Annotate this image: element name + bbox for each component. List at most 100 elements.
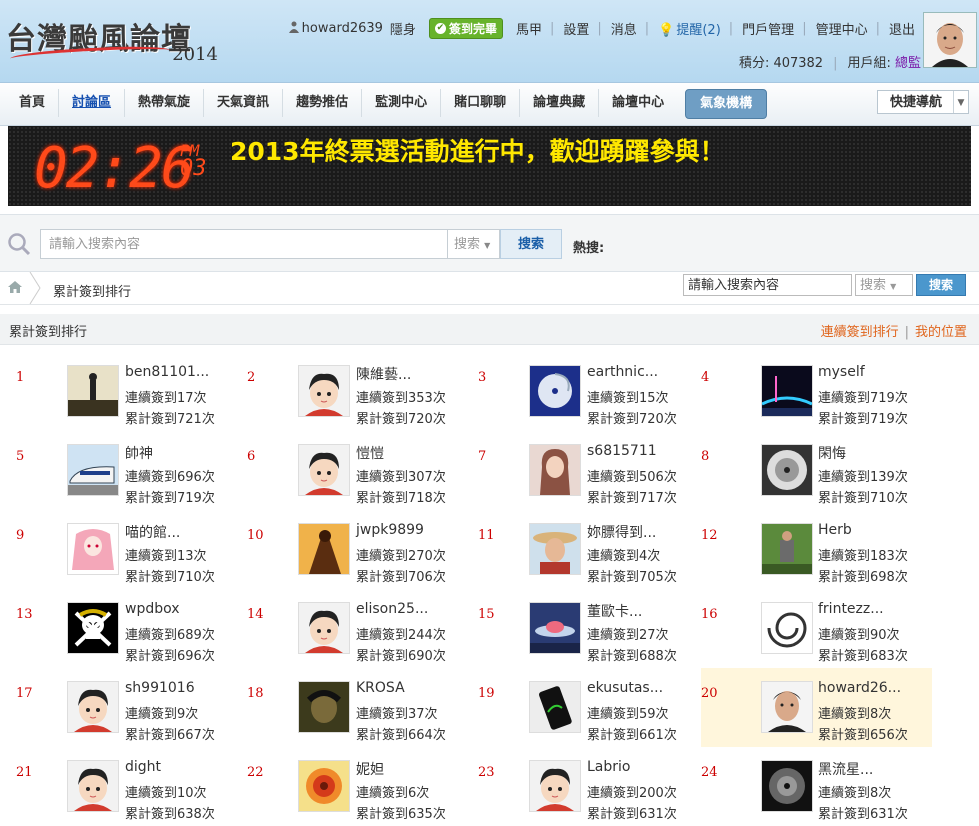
breadcrumb: 累計簽到排行 請輸入搜索內容 搜索 ▼ 搜索	[0, 272, 979, 305]
user-avatar-thumb[interactable]	[298, 365, 350, 417]
user-name-link[interactable]: ekusutas...	[587, 680, 663, 696]
user-avatar-thumb[interactable]	[529, 444, 581, 496]
user-name-link[interactable]: wpdbox	[125, 601, 180, 617]
nav-home[interactable]: 首頁	[6, 89, 60, 117]
user-name-link[interactable]: Labrio	[587, 759, 630, 775]
user-avatar-thumb[interactable]	[761, 365, 813, 417]
user-name-link[interactable]: KROSA	[356, 680, 405, 696]
link-admin-center[interactable]: 管理中心	[809, 19, 874, 38]
link-settings[interactable]: 設置	[556, 19, 595, 38]
total-count: 累計簽到720次	[587, 412, 677, 427]
user-name-link[interactable]: elison25...	[356, 601, 428, 617]
user-name-link[interactable]: 閑悔	[818, 443, 846, 463]
user-avatar-thumb[interactable]	[298, 681, 350, 733]
nav-trend[interactable]: 趨勢推估	[283, 89, 363, 117]
nav-tropical-cyclone[interactable]: 熱帶氣旋	[125, 89, 205, 117]
avatar-image	[68, 524, 118, 574]
user-avatar-thumb[interactable]	[761, 444, 813, 496]
clock-time: 02:26	[34, 136, 195, 201]
user-avatar-thumb[interactable]	[298, 760, 350, 812]
streak-count: 連續簽到183次	[818, 549, 908, 564]
lightbulb-icon: 💡	[658, 22, 675, 38]
user-avatar-thumb[interactable]	[529, 602, 581, 654]
rank-number: 15	[478, 607, 495, 622]
user-avatar-thumb[interactable]	[67, 681, 119, 733]
user-avatar-thumb[interactable]	[761, 760, 813, 812]
nav-archive[interactable]: 論壇典藏	[520, 89, 600, 117]
divider: |	[904, 325, 909, 340]
user-name-link[interactable]: 妮妲	[356, 759, 384, 779]
ranking-item: 6 愷愷 連續簽到307次 累計簽到718次	[231, 431, 462, 510]
user-avatar-thumb[interactable]	[67, 365, 119, 417]
site-logo[interactable]: 台灣颱風論壇 2014	[6, 10, 226, 70]
breadcrumb-search-button[interactable]: 搜索	[916, 274, 966, 296]
link-logout[interactable]: 退出	[882, 19, 921, 38]
breadcrumb-search-select[interactable]: 搜索 ▼	[855, 274, 913, 296]
user-name-link[interactable]: dight	[125, 759, 161, 775]
event-banner[interactable]: 02:26 PM 03 2013年終票選活動進行中，歡迎踴躍參與！	[8, 126, 971, 206]
group-link[interactable]: 總監	[895, 56, 921, 71]
nav-weather-info[interactable]: 天氣資訊	[204, 89, 284, 117]
total-count: 累計簽到631次	[818, 807, 908, 822]
user-avatar-thumb[interactable]	[529, 760, 581, 812]
search-button[interactable]: 搜索	[500, 229, 562, 259]
user-avatar-thumb[interactable]	[67, 760, 119, 812]
home-icon[interactable]	[8, 281, 22, 293]
clock-ampm: PM 03	[180, 142, 207, 180]
user-avatar-thumb[interactable]	[761, 523, 813, 575]
signed-badge[interactable]: ✔ 簽到完畢	[422, 17, 509, 39]
ranking-item: 5 帥神 連續簽到696次 累計簽到719次	[0, 431, 231, 510]
nav-agencies[interactable]: 氣象機構	[685, 89, 768, 119]
rank-number: 3	[478, 370, 487, 385]
streak-count: 連續簽到200次	[587, 786, 677, 801]
user-avatar-thumb[interactable]	[298, 523, 350, 575]
user-name-link[interactable]: earthnic...	[587, 364, 658, 380]
user-avatar-thumb[interactable]	[67, 523, 119, 575]
user-name-link[interactable]: 黑流星...	[818, 759, 873, 779]
user-name-link[interactable]: ben81101...	[125, 364, 209, 380]
user-name-link[interactable]: 董歐卡...	[587, 601, 642, 621]
nav-chat[interactable]: 賭口聊聊	[441, 89, 521, 117]
nav-monitor[interactable]: 監測中心	[362, 89, 442, 117]
user-name-link[interactable]: jwpk9899	[356, 522, 424, 538]
user-name-link[interactable]: 愷愷	[356, 443, 384, 463]
user-avatar-thumb[interactable]	[67, 444, 119, 496]
user-name-link[interactable]: frintezz...	[818, 601, 884, 617]
nav-forum[interactable]: 討論區	[59, 89, 126, 117]
username-link[interactable]: howard2639	[282, 21, 389, 36]
user-name-link[interactable]: Herb	[818, 522, 852, 538]
search-type-select[interactable]: 搜索 ▼	[448, 229, 500, 259]
user-name-link[interactable]: howard26...	[818, 680, 901, 696]
user-name-link[interactable]: 陳維藝...	[356, 364, 411, 384]
user-avatar-thumb[interactable]	[529, 365, 581, 417]
user-name-link[interactable]: s6815711	[587, 443, 657, 459]
nav-center[interactable]: 論壇中心	[599, 89, 677, 117]
user-avatar-thumb[interactable]	[761, 602, 813, 654]
user-name-link[interactable]: sh991016	[125, 680, 195, 696]
search-input[interactable]: 請輸入搜索內容	[40, 229, 448, 259]
user-name-link[interactable]: 帥神	[125, 443, 153, 463]
user-avatar-thumb[interactable]	[529, 523, 581, 575]
user-name-link[interactable]: myself	[818, 364, 865, 380]
quick-nav-dropdown[interactable]: 快捷導航 ▼	[877, 90, 969, 114]
remind-link[interactable]: 💡 提醒(2)	[651, 19, 727, 38]
breadcrumb-current[interactable]: 累計簽到排行	[53, 281, 131, 300]
user-name-link[interactable]: 喵的館...	[125, 522, 180, 542]
link-alias[interactable]: 馬甲	[509, 19, 548, 38]
avatar-image	[762, 761, 812, 811]
divider: |	[802, 20, 807, 36]
breadcrumb-search-input[interactable]: 請輸入搜索內容	[683, 274, 852, 296]
link-messages[interactable]: 消息	[604, 19, 643, 38]
streak-ranking-link[interactable]: 連續簽到排行	[821, 325, 899, 340]
stealth-link[interactable]: 隱身	[389, 19, 422, 38]
user-avatar-thumb[interactable]	[761, 681, 813, 733]
user-avatar-thumb[interactable]	[298, 444, 350, 496]
user-avatar-thumb[interactable]	[298, 602, 350, 654]
ranking-item: 7 s6815711 連續簽到506次 累計簽到717次	[462, 431, 693, 510]
link-portal-admin[interactable]: 門戶管理	[735, 19, 800, 38]
user-avatar-thumb[interactable]	[529, 681, 581, 733]
user-avatar-thumb[interactable]	[67, 602, 119, 654]
user-avatar[interactable]	[923, 12, 977, 68]
my-position-link[interactable]: 我的位置	[915, 325, 967, 340]
user-name-link[interactable]: 妳膘得到...	[587, 522, 656, 542]
